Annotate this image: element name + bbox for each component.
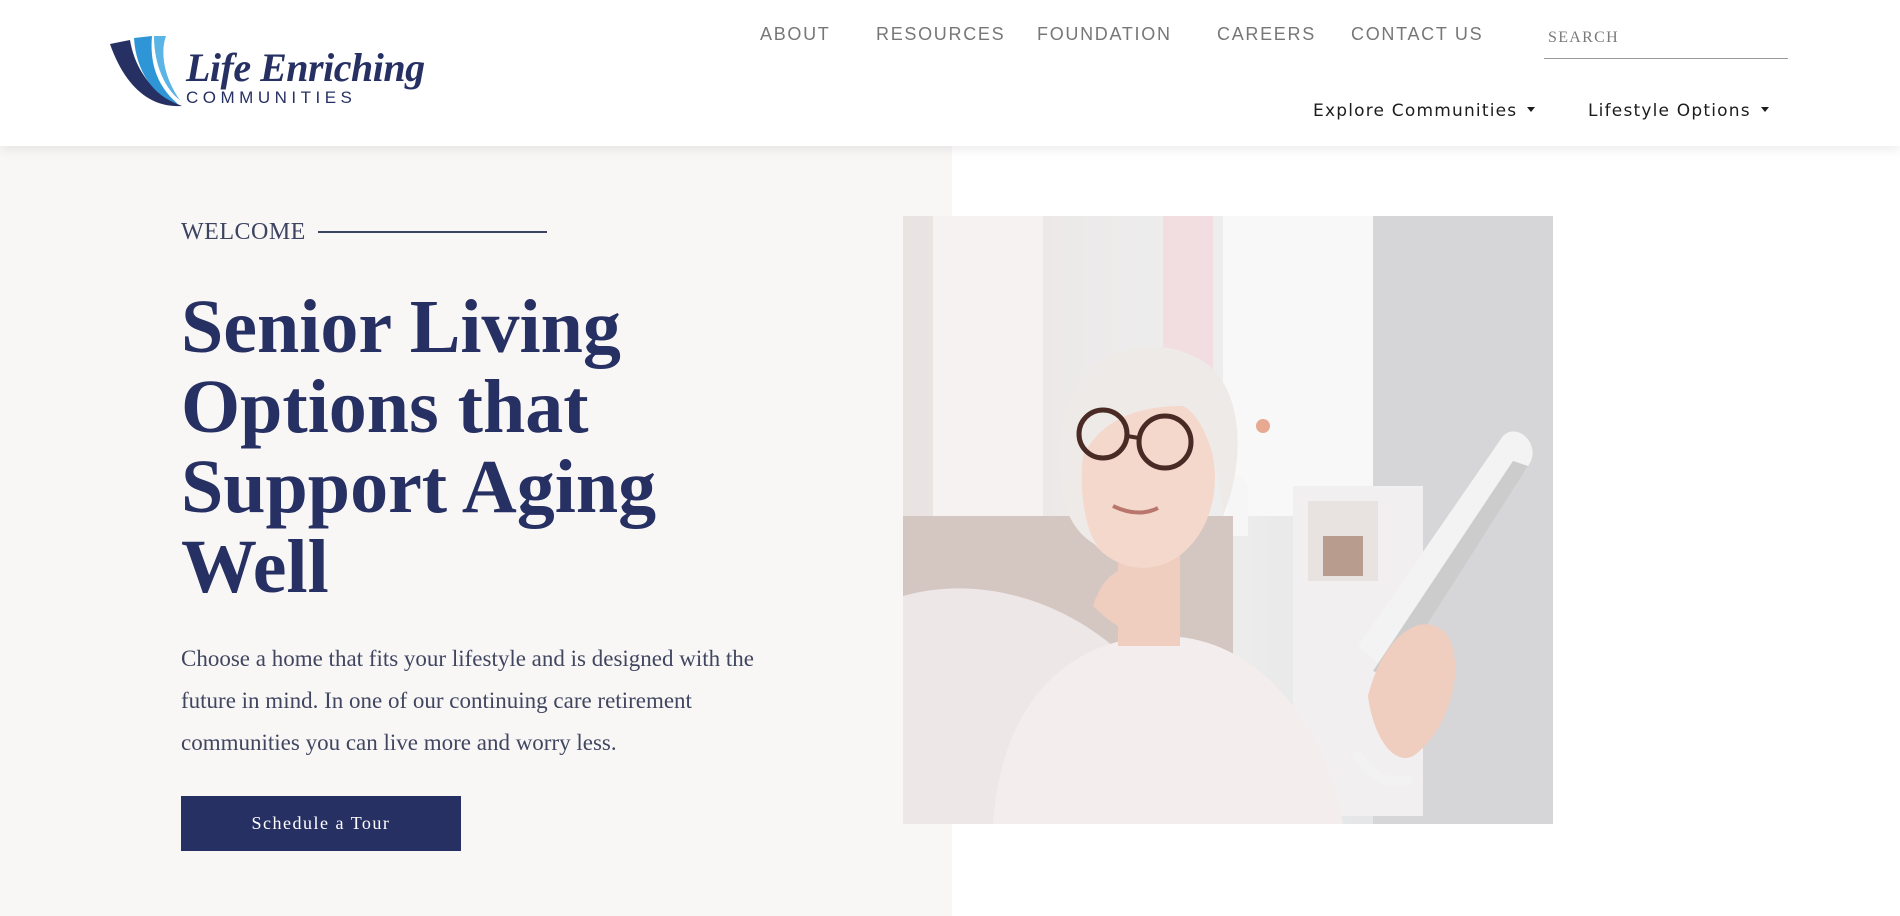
nav-about[interactable]: ABOUT (760, 24, 831, 45)
search-input[interactable] (1544, 22, 1788, 54)
logo-wordmark: Life Enriching (186, 45, 425, 90)
hero-headline: Senior Living Options that Support Aging… (181, 285, 657, 609)
nav-contact-us[interactable]: CONTACT US (1351, 24, 1483, 45)
welcome-eyebrow: WELCOME (181, 219, 306, 245)
caret-down-icon (1760, 106, 1769, 112)
hero-intro: Choose a home that fits your lifestyle a… (181, 646, 754, 755)
explore-communities-dropdown[interactable]: Explore Communities (1313, 101, 1536, 121)
site-header: Life Enriching COMMUNITIES ABOUT RESOURC… (0, 0, 1900, 146)
caret-down-icon (1527, 106, 1536, 112)
nav-resources[interactable]: RESOURCES (876, 24, 1005, 45)
hero-photo (903, 216, 1553, 824)
logo-subtitle: COMMUNITIES (186, 88, 357, 107)
nav-foundation[interactable]: FOUNDATION (1037, 24, 1172, 45)
explore-communities-label: Explore Communities (1313, 101, 1518, 121)
lifestyle-options-dropdown[interactable]: Lifestyle Options (1588, 101, 1769, 121)
search-box (1544, 22, 1788, 59)
nav-careers[interactable]: CAREERS (1217, 24, 1316, 45)
lifestyle-options-label: Lifestyle Options (1588, 101, 1751, 121)
schedule-tour-button[interactable]: Schedule a Tour (181, 796, 461, 851)
eyebrow-divider (318, 231, 547, 233)
senior-woman-reading-illustration (903, 216, 1553, 824)
